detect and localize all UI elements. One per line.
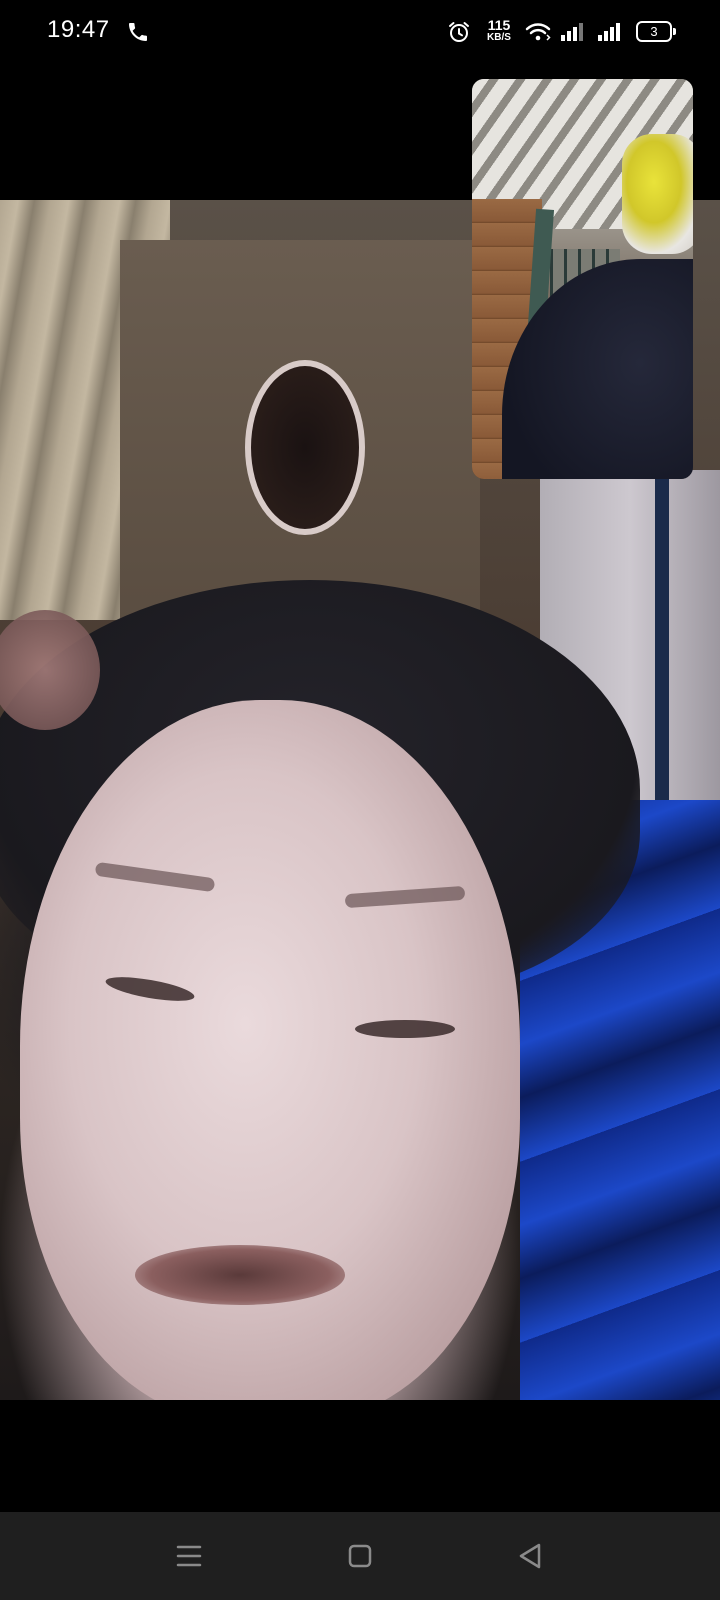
background-mirror (245, 360, 365, 535)
battery-level: 3 (650, 24, 658, 39)
home-icon[interactable] (336, 1532, 384, 1580)
clock: 19:47 (47, 16, 110, 43)
preview-bags (622, 134, 693, 254)
menu-icon[interactable] (165, 1532, 213, 1580)
person-right-eye (355, 1020, 455, 1038)
wifi-icon (525, 23, 553, 44)
network-speed: 115 KB/S (481, 18, 517, 43)
navigation-bar (0, 1512, 720, 1600)
back-icon[interactable] (507, 1532, 555, 1580)
self-preview[interactable] (472, 79, 693, 479)
person-mouth (135, 1245, 345, 1305)
signal-icon (561, 23, 583, 41)
battery-tip (673, 28, 676, 35)
signal-icon (598, 23, 620, 41)
network-speed-value: 115 (487, 17, 511, 33)
call-icon (129, 23, 147, 41)
alarm-icon (449, 22, 469, 42)
status-bar: 19:47 115 KB/S 3 (0, 0, 720, 64)
battery-icon: 3 (636, 21, 676, 42)
network-speed-unit: KB/S (487, 32, 511, 43)
